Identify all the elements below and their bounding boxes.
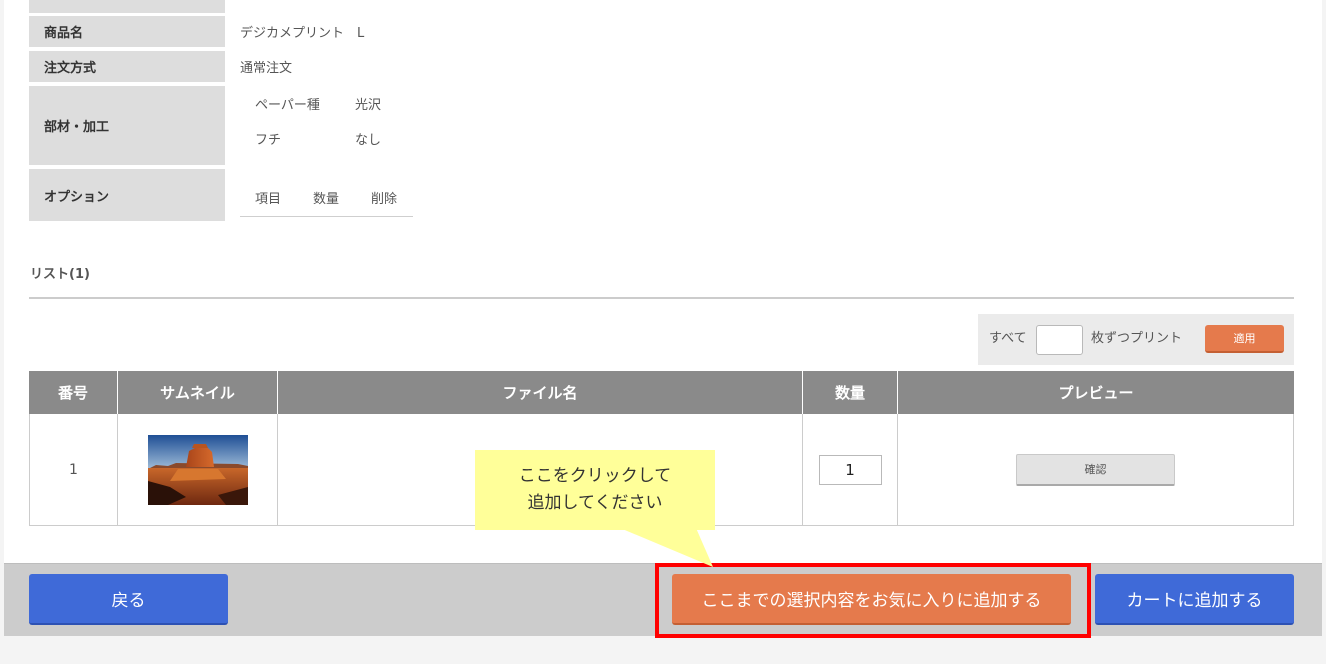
bulk-prefix-label: すべて: [989, 331, 1027, 346]
back-button[interactable]: 戻る: [29, 574, 228, 625]
thumbnail-image: [147, 434, 248, 505]
materials-label: 部材・加工: [29, 86, 225, 165]
options-header-quantity: 数量: [313, 192, 340, 207]
cell-number: 1: [30, 414, 117, 525]
column-header-preview: プレビュー: [897, 371, 1294, 414]
apply-button[interactable]: 適用: [1205, 325, 1284, 353]
bulk-suffix-label: 枚ずつプリント: [1091, 331, 1183, 346]
highlight-box: [655, 563, 1091, 638]
column-header-quantity: 数量: [802, 371, 897, 414]
add-to-cart-button[interactable]: カートに追加する: [1095, 574, 1294, 625]
cell-quantity: [802, 414, 897, 525]
options-header-delete: 削除: [371, 192, 398, 207]
list-title: リスト(1): [30, 267, 90, 282]
options-label: オプション: [29, 169, 225, 221]
column-header-thumbnail: サムネイル: [117, 371, 277, 414]
column-header-number: 番号: [57, 384, 88, 402]
order-type-value: 通常注文: [240, 61, 293, 76]
tooltip-tail: [620, 528, 713, 567]
bulk-print-panel: すべて 枚ずつプリント 適用: [978, 314, 1294, 365]
material-name-paper: ペーパー種: [255, 98, 320, 113]
divider: [29, 297, 1294, 299]
options-header-item: 項目: [255, 192, 282, 207]
tooltip-line-2: 追加してください: [527, 493, 663, 513]
order-type-label: 注文方式: [29, 51, 225, 82]
product-name-value: デジカメプリント L: [240, 26, 365, 41]
instruction-tooltip: ここをクリックして 追加してください: [475, 450, 715, 530]
tooltip-line-1: ここをクリックして: [518, 466, 672, 486]
options-table-header: 項目 数量 削除: [240, 188, 413, 217]
column-header-filename: ファイル名: [277, 371, 802, 414]
cell-preview: 確認: [897, 414, 1293, 525]
row-number: 1: [69, 461, 78, 478]
material-name-border: フチ: [255, 133, 282, 148]
material-value-paper: 光沢: [355, 98, 382, 113]
quantity-input[interactable]: [818, 454, 882, 485]
cell-thumbnail: [117, 414, 277, 525]
info-label-clipped: [29, 0, 225, 13]
bulk-quantity-input[interactable]: [1036, 325, 1083, 355]
preview-confirm-button[interactable]: 確認: [1016, 453, 1175, 486]
table-header: 番号 サムネイル ファイル名 数量 プレビュー: [29, 371, 1294, 414]
material-value-border: なし: [355, 133, 382, 148]
product-name-label: 商品名: [29, 16, 225, 47]
